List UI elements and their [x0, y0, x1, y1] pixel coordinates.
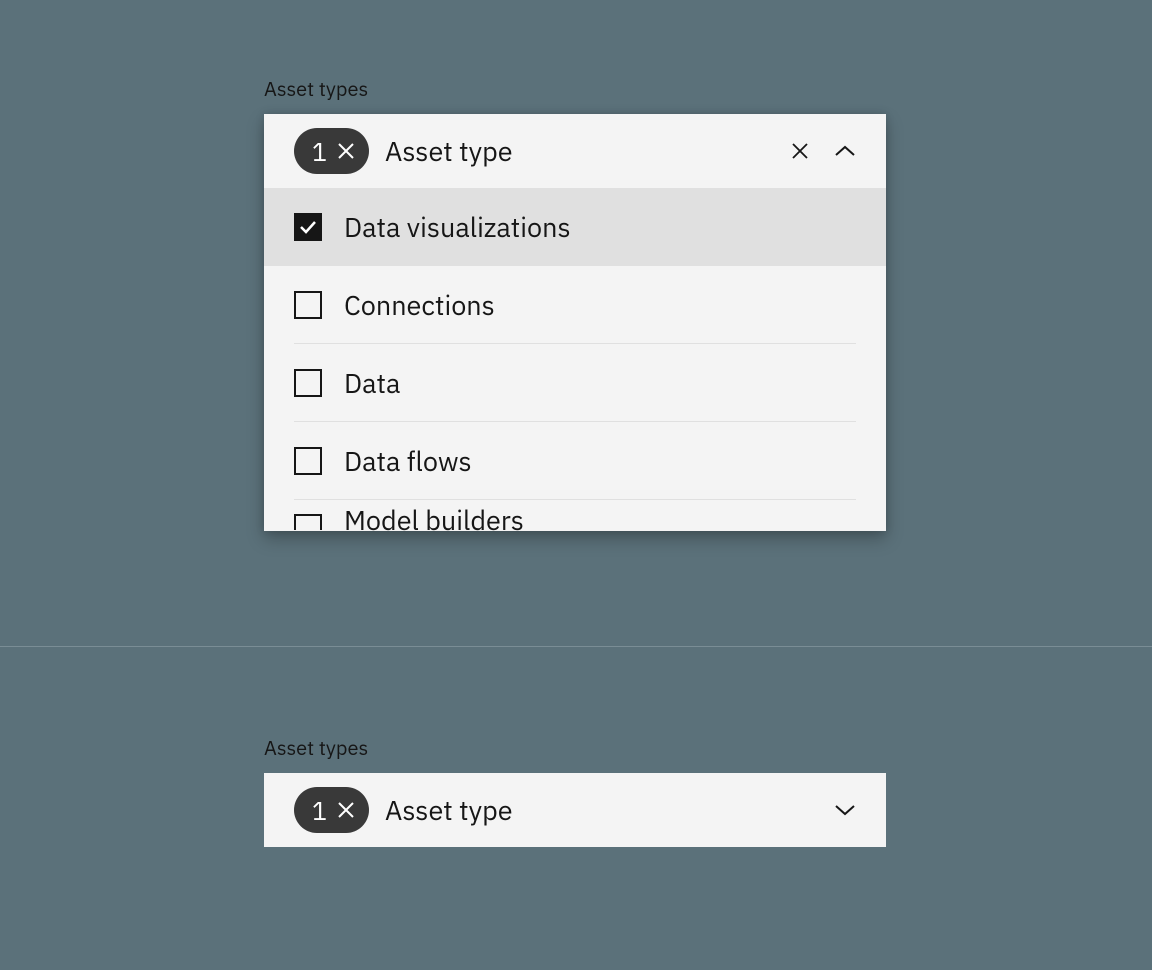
option-label: Connections [344, 288, 495, 323]
close-icon [337, 142, 355, 160]
section-divider [0, 646, 1152, 647]
header-actions [834, 803, 856, 817]
option-divider [294, 499, 856, 500]
section-label: Asset types [264, 75, 886, 102]
option-label: Data [344, 366, 400, 401]
checkbox-checked[interactable] [294, 213, 322, 241]
checkbox-unchecked[interactable] [294, 291, 322, 319]
clear-selection-button[interactable] [337, 142, 355, 160]
checkmark-icon [299, 220, 317, 234]
dropdown-collapsed-section: Asset types 1 Asset type [264, 734, 886, 847]
dropdown-option[interactable]: Connections [264, 266, 886, 344]
dropdown-options-list: Data visualizations Connections Data Dat… [264, 188, 886, 531]
header-actions [790, 141, 856, 161]
dropdown-option[interactable]: Data flows [264, 422, 886, 500]
dropdown-header-collapsed[interactable]: 1 Asset type [264, 773, 886, 847]
dropdown-label: Asset type [385, 134, 774, 169]
checkbox-unchecked[interactable] [294, 447, 322, 475]
dropdown-option[interactable]: Data [264, 344, 886, 422]
clear-selection-button[interactable] [337, 801, 355, 819]
dropdown-label: Asset type [385, 793, 818, 828]
selection-pill: 1 [294, 787, 369, 833]
selection-count: 1 [312, 135, 327, 168]
expand-button[interactable] [834, 803, 856, 817]
option-label: Data visualizations [344, 210, 571, 245]
collapse-button[interactable] [834, 144, 856, 158]
dropdown-option[interactable]: Data visualizations [264, 188, 886, 266]
close-icon [337, 801, 355, 819]
selection-count: 1 [312, 794, 327, 827]
close-icon [790, 141, 810, 161]
chevron-up-icon [834, 144, 856, 158]
option-label: Model builders [344, 507, 524, 531]
section-label: Asset types [264, 734, 886, 761]
close-dropdown-button[interactable] [790, 141, 810, 161]
dropdown-option-partial[interactable]: Model builders [264, 500, 886, 531]
selection-pill: 1 [294, 128, 369, 174]
dropdown-header[interactable]: 1 Asset type [264, 114, 886, 188]
option-label: Data flows [344, 444, 472, 479]
checkbox-unchecked[interactable] [294, 369, 322, 397]
checkbox-unchecked[interactable] [294, 514, 322, 530]
dropdown-expanded-section: Asset types 1 Asset type [264, 75, 886, 531]
dropdown-container: 1 Asset type [264, 114, 886, 531]
chevron-down-icon [834, 803, 856, 817]
